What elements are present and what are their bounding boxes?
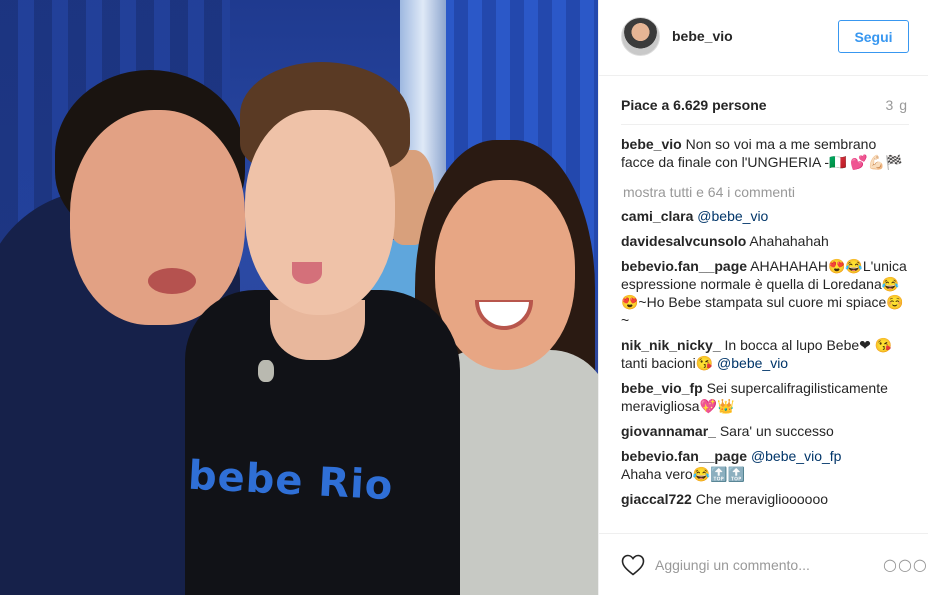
comment-item: nik_nik_nicky_ In bocca al lupo Bebe❤ 😘 …	[621, 336, 911, 372]
likes-count[interactable]: Piace a 6.629 persone	[621, 97, 767, 113]
right-person-face	[435, 180, 575, 370]
comment-item: cami_clara @bebe_vio	[621, 207, 911, 225]
necklace-pendant	[258, 360, 274, 382]
comment-username[interactable]: davidesalvcunsolo	[621, 233, 746, 249]
comment-item: giaccal722 Che meraviglioooooo	[621, 490, 911, 508]
left-person-lips	[148, 268, 196, 294]
comment-username[interactable]: bebevio.fan__page	[621, 448, 747, 464]
comment-item: bebevio.fan__page @bebe_vio_fp Ahaha ver…	[621, 447, 911, 483]
heart-icon[interactable]	[621, 554, 645, 576]
add-comment-input[interactable]	[655, 553, 865, 577]
comment-username[interactable]: giovannamar_	[621, 423, 716, 439]
comment-mention[interactable]: @bebe_vio	[717, 355, 788, 371]
post-photo[interactable]: bebe Rio	[0, 0, 598, 595]
comment-item: bebe_vio_fp Sei supercalifragilisticamen…	[621, 379, 911, 415]
post-side-panel: bebe_vio Segui Piace a 6.629 persone 3 g…	[598, 0, 928, 595]
show-all-comments-link[interactable]: mostra tutti e 64 i commenti	[623, 183, 911, 201]
comment-username[interactable]: bebe_vio_fp	[621, 380, 703, 396]
caption: bebe_vio Non so voi ma a me sembrano fac…	[621, 135, 911, 171]
comment-username[interactable]: bebevio.fan__page	[621, 258, 747, 274]
post-footer: ○○○	[599, 533, 928, 595]
header-username[interactable]: bebe_vio	[672, 28, 733, 44]
caption-username[interactable]: bebe_vio	[621, 136, 682, 152]
comment-item: bebevio.fan__page AHAHAHAH😍😂L'unica espr…	[621, 257, 911, 329]
comment-text: Sara' un successo	[719, 423, 834, 439]
comment-mention[interactable]: @bebe_vio_fp	[751, 448, 842, 464]
comment-username[interactable]: cami_clara	[621, 208, 693, 224]
comment-text: Ahaha vero😂🔝🔝	[621, 466, 745, 482]
comments-list[interactable]: bebe_vio Non so voi ma a me sembrano fac…	[621, 135, 911, 530]
post-header: bebe_vio Segui	[599, 0, 928, 76]
post-time[interactable]: 3 g	[886, 97, 908, 113]
comment-username[interactable]: giaccal722	[621, 491, 692, 507]
profile-avatar[interactable]	[621, 17, 660, 56]
follow-button[interactable]: Segui	[838, 20, 909, 53]
comment-text: Che meraviglioooooo	[695, 491, 829, 507]
comment-item: davidesalvcunsolo Ahahahahah	[621, 232, 911, 250]
more-options-icon[interactable]: ○○○	[883, 555, 928, 574]
comment-mention[interactable]: @bebe_vio	[697, 208, 768, 224]
comment-item: giovannamar_ Sara' un successo	[621, 422, 911, 440]
comment-username[interactable]: nik_nik_nicky_	[621, 337, 721, 353]
divider	[621, 124, 909, 125]
comment-text: Ahahahahah	[749, 233, 829, 249]
left-person-face	[70, 110, 245, 325]
center-person-face	[245, 110, 395, 315]
center-person-tongue	[292, 262, 322, 284]
